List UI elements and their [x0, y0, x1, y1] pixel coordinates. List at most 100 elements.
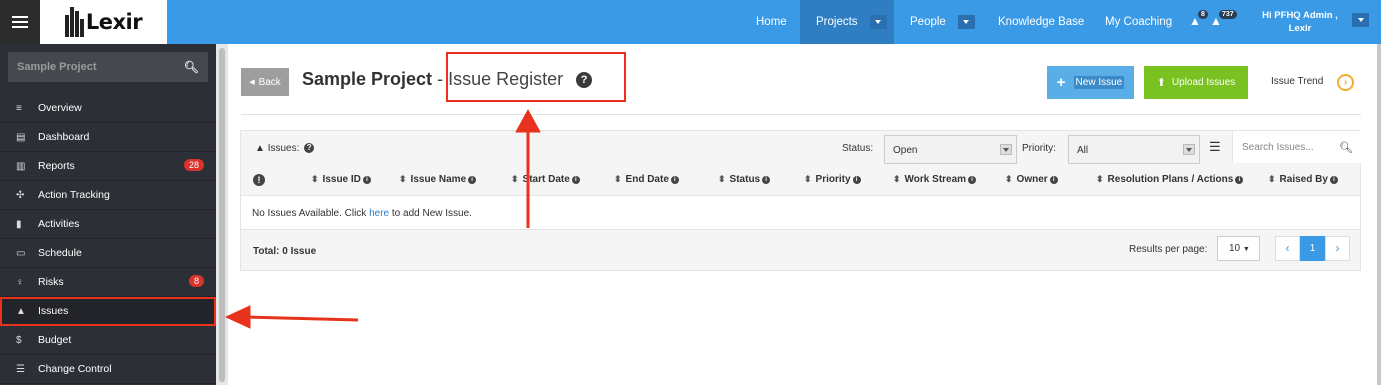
column-resolution-plans[interactable]: ⬍ Resolution Plans / Actions i	[1096, 174, 1244, 185]
crosshair-icon: ✣	[16, 189, 25, 201]
results-per-page-select[interactable]: 10 ▼	[1217, 236, 1260, 261]
status-select[interactable]: Open	[884, 135, 1017, 164]
upload-issues-button[interactable]: ⬆ Upload Issues	[1144, 66, 1248, 99]
empty-table-message: No Issues Available. Click here to add N…	[241, 195, 1360, 230]
sort-icon: ⬍	[893, 174, 901, 184]
empty-message-prefix: No Issues Available. Click	[252, 208, 370, 219]
project-name: Sample Project	[302, 69, 433, 89]
column-issue-name[interactable]: ⬍ Issue Name i	[399, 174, 477, 185]
column-label: Priority	[815, 174, 851, 185]
nav-home-label: Home	[756, 16, 787, 28]
sidebar-item-reports[interactable]: ▥ Reports 28	[0, 152, 216, 181]
add-issue-link[interactable]: here	[369, 208, 389, 219]
sidebar-item-overview[interactable]: ≡ Overview	[0, 94, 216, 123]
issue-trend-link[interactable]: Issue Trend	[1271, 76, 1323, 87]
sidebar-item-label: Reports	[38, 160, 75, 172]
sidebar: Sample Project 🔍︎ ≡ Overview ▤ Dashboard ▥…	[0, 44, 216, 385]
nav-projects[interactable]: Projects	[800, 0, 894, 44]
sidebar-item-risks[interactable]: ♀ Risks 8	[0, 268, 216, 297]
search-icon[interactable]: 🔍︎	[184, 60, 199, 74]
menu-toggle-button[interactable]	[0, 0, 40, 44]
column-status[interactable]: ⬍ Status i	[718, 174, 771, 185]
nav-people[interactable]: People	[902, 0, 982, 44]
column-label: Work Stream	[904, 174, 967, 185]
new-issue-button[interactable]: + New Issue	[1047, 66, 1134, 99]
column-owner[interactable]: ⬍ Owner i	[1005, 174, 1058, 185]
help-icon[interactable]: ?	[304, 143, 315, 153]
alerts-count-badge: 8	[1198, 10, 1208, 19]
empty-message-suffix: to add New Issue.	[389, 208, 472, 219]
nav-home[interactable]: Home	[748, 0, 796, 44]
nav-my-coaching[interactable]: My Coaching	[1097, 0, 1180, 44]
arrow-right-circle-icon[interactable]: ›	[1337, 74, 1354, 91]
dashboard-icon: ▤	[16, 131, 26, 143]
sidebar-item-dashboard[interactable]: ▤ Dashboard	[0, 123, 216, 152]
upload-issues-label: Upload Issues	[1171, 77, 1236, 88]
dollar-icon: $	[16, 334, 22, 346]
back-button[interactable]: ◀ Back	[241, 68, 289, 96]
sidebar-item-label: Schedule	[38, 247, 82, 259]
user-name: Lexir	[1288, 23, 1312, 34]
main-content: ◀ Back Sample Project - Issue Register ?…	[228, 44, 1381, 385]
info-icon: i	[1235, 176, 1244, 184]
user-menu[interactable]: Hi PFHQ Admin , Lexir	[1252, 9, 1348, 35]
column-start-date[interactable]: ⬍ Start Date i	[511, 174, 580, 185]
sidebar-item-label: Dashboard	[38, 131, 90, 143]
project-search-input[interactable]: Sample Project 🔍︎	[8, 52, 208, 82]
chevron-down-icon[interactable]	[957, 15, 975, 29]
priority-select[interactable]: All	[1068, 135, 1200, 164]
info-icon: i	[670, 176, 679, 184]
column-end-date[interactable]: ⬍ End Date i	[614, 174, 679, 185]
column-label: Raised By	[1279, 174, 1328, 185]
issues-heading: ▲ Issues: ?	[255, 143, 315, 154]
user-greeting: Hi PFHQ Admin ,	[1262, 10, 1338, 21]
sidebar-item-budget[interactable]: $ Budget	[0, 326, 216, 355]
search-icon[interactable]: 🔍︎	[1339, 141, 1353, 154]
nav-my-coaching-label: My Coaching	[1105, 16, 1173, 28]
table-header: ! ⬍ Issue ID i ⬍ Issue Name i ⬍ Start Date i ⬍…	[241, 165, 1360, 195]
column-raised-by[interactable]: ⬍ Raised By i	[1268, 174, 1338, 185]
chevron-left-icon: ◀	[249, 79, 255, 86]
column-work-stream[interactable]: ⬍ Work Stream i	[893, 174, 977, 185]
nav-knowledge-base[interactable]: Knowledge Base	[990, 0, 1092, 44]
issue-search-input[interactable]: Search Issues... 🔍︎	[1232, 131, 1362, 163]
priority-alert-column-icon: !	[251, 174, 265, 187]
back-button-label: Back	[258, 76, 281, 88]
issues-panel: ▲ Issues: ? Status: Open Priority: All ☰…	[240, 130, 1362, 271]
column-priority[interactable]: ⬍ Priority i	[804, 174, 861, 185]
sort-icon: ⬍	[311, 174, 319, 184]
user-menu-chevron-icon[interactable]	[1352, 13, 1369, 27]
logo[interactable]: Lexir	[40, 0, 167, 44]
sidebar-item-action-tracking[interactable]: ✣ Action Tracking	[0, 181, 216, 210]
column-label: Status	[729, 174, 761, 185]
sidebar-item-issues[interactable]: ▲ Issues	[0, 297, 216, 326]
scrollbar-thumb[interactable]	[219, 48, 225, 382]
sidebar-item-activities[interactable]: ▮ Activities	[0, 210, 216, 239]
column-issue-id[interactable]: ⬍ Issue ID i	[311, 174, 371, 185]
info-icon: i	[362, 176, 371, 184]
top-navbar: Lexir Home Projects People Knowledge Bas…	[0, 0, 1381, 44]
annotation-highlight-title	[446, 52, 626, 102]
column-label: End Date	[625, 174, 669, 185]
prev-page-button[interactable]: ‹	[1275, 236, 1300, 261]
sidebar-item-schedule[interactable]: ▭ Schedule	[0, 239, 216, 268]
column-menu-icon[interactable]: ☰	[1209, 139, 1221, 155]
page-button-current[interactable]: 1	[1300, 236, 1325, 261]
logo-text: Lexir	[85, 10, 143, 34]
info-icon: i	[468, 176, 477, 184]
sidebar-scrollbar[interactable]	[216, 44, 228, 385]
window-border	[1377, 44, 1381, 385]
sidebar-item-label: Action Tracking	[38, 189, 110, 201]
sidebar-item-change-control[interactable]: ☰ Change Control	[0, 355, 216, 384]
next-page-button[interactable]: ›	[1325, 236, 1350, 261]
pagination: ‹ 1 ›	[1275, 236, 1350, 261]
chevron-down-icon[interactable]	[869, 15, 887, 29]
bar-chart-icon: ▥	[16, 160, 26, 172]
notifications-count-badge: 737	[1219, 10, 1237, 19]
info-icon: i	[968, 176, 977, 184]
divider	[241, 114, 1361, 115]
upload-icon: ⬆	[1156, 77, 1166, 89]
info-icon: i	[1049, 176, 1058, 184]
chevron-down-icon	[1000, 144, 1012, 155]
sort-icon: ⬍	[804, 174, 812, 184]
